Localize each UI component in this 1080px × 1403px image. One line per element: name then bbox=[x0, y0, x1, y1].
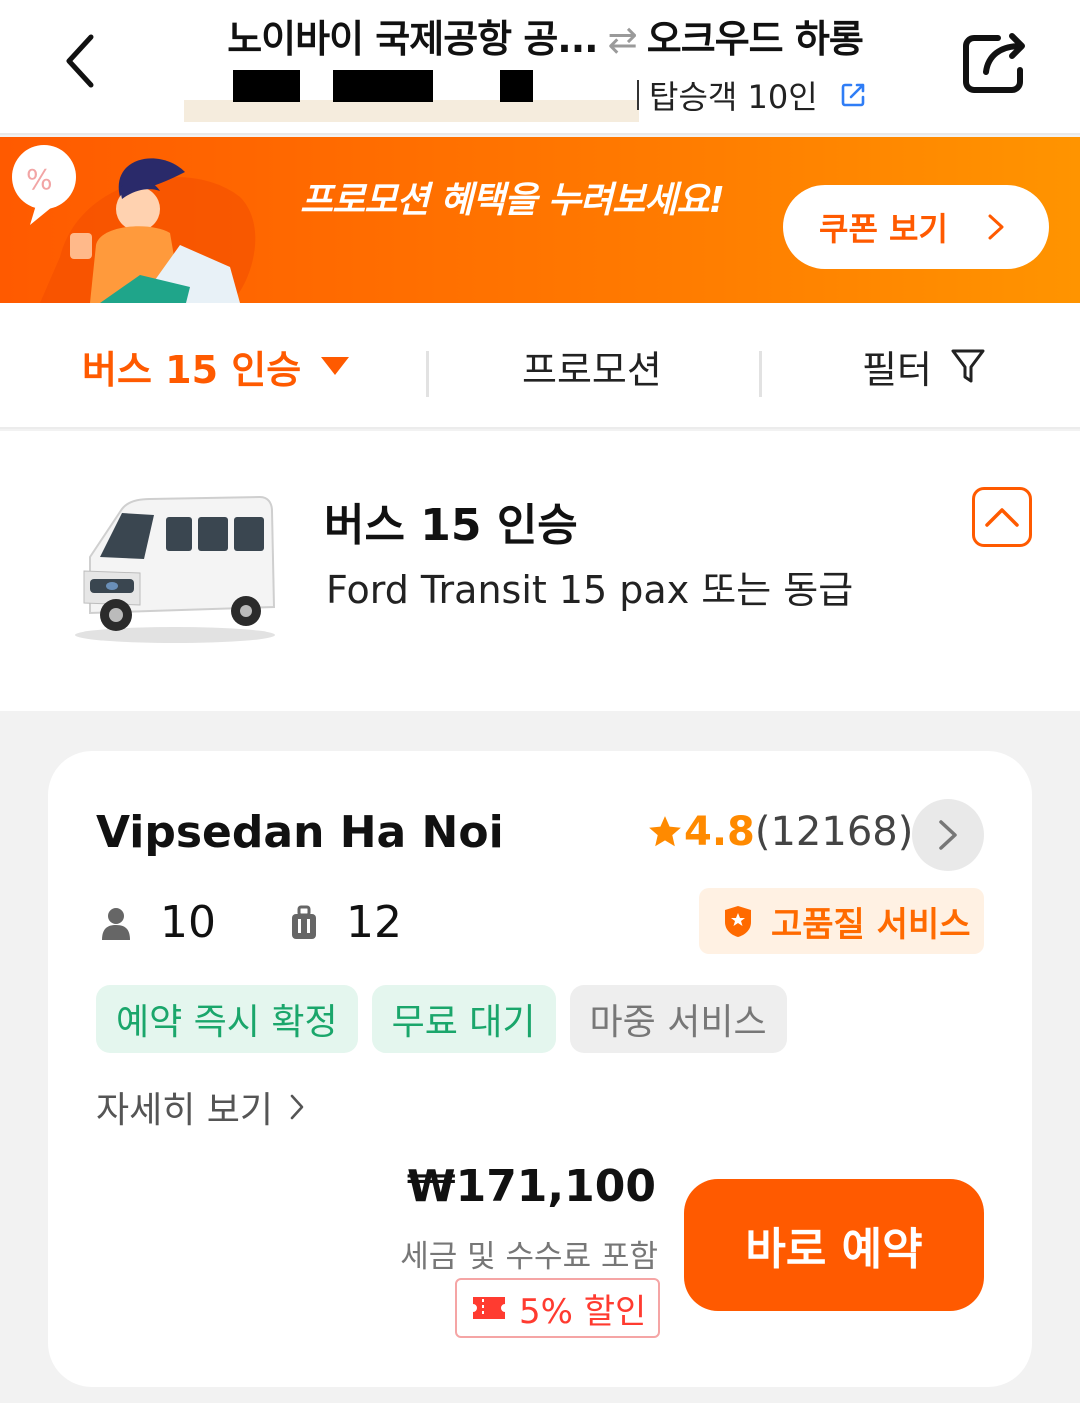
swap-icon: ⇄ bbox=[607, 20, 638, 61]
feature-tags: 예약 즉시 확정 무료 대기 마중 서비스 bbox=[96, 985, 801, 1053]
banner-text: 프로모션 혜택을 누려보세요! bbox=[300, 180, 725, 221]
share-icon bbox=[963, 33, 1025, 93]
quality-badge-label: 고품질 서비스 bbox=[771, 904, 971, 945]
svg-text:%: % bbox=[26, 163, 53, 196]
offer-card[interactable]: Vipsedan Ha Noi 4.8 (12168) 10 12 고품질 서비스… bbox=[48, 751, 1032, 1387]
tag-free-waiting: 무료 대기 bbox=[371, 985, 556, 1053]
shield-star-icon bbox=[723, 904, 753, 938]
origin-label: 노이바이 국제공항 공... bbox=[227, 17, 598, 61]
tag-meet-service: 마중 서비스 bbox=[569, 985, 787, 1053]
tag-instant-confirm: 예약 즉시 확정 bbox=[96, 985, 358, 1053]
filter-bar: 버스 15 인승 프로모션 필터 bbox=[0, 303, 1080, 429]
discount-badge: 5% 할인 bbox=[455, 1278, 660, 1338]
funnel-icon bbox=[951, 349, 985, 383]
vehicle-name: 버스 15 인승 bbox=[324, 500, 578, 551]
chevron-right-icon bbox=[289, 1093, 305, 1121]
ticket-icon bbox=[471, 1295, 507, 1321]
chevron-up-icon bbox=[985, 508, 1019, 527]
promotion-label: 프로모션 bbox=[522, 347, 662, 392]
route-title[interactable]: 노이바이 국제공항 공... ⇄ 오크우드 하롱 bbox=[140, 8, 950, 63]
passenger-info[interactable]: 탑승객 10인 bbox=[637, 72, 866, 118]
edit-icon[interactable] bbox=[840, 82, 866, 108]
vehicle-model: Ford Transit 15 pax 또는 동급 bbox=[326, 568, 854, 612]
chevron-right-icon bbox=[939, 820, 957, 850]
luggage-capacity: 12 bbox=[346, 897, 402, 948]
van-image bbox=[75, 495, 276, 643]
passenger-count: 탑승객 10인 bbox=[649, 78, 818, 116]
book-button-label: 바로 예약 bbox=[745, 1224, 923, 1275]
filter-label: 필터 bbox=[862, 347, 932, 392]
capacity-stats: 10 12 bbox=[100, 897, 476, 948]
redacted-detail bbox=[500, 70, 533, 102]
discount-label: 5% 할인 bbox=[519, 1291, 647, 1332]
collapse-button[interactable] bbox=[972, 487, 1032, 547]
divider bbox=[637, 80, 639, 110]
operator-name: Vipsedan Ha Noi bbox=[96, 807, 504, 858]
vehicle-type-dropdown[interactable]: 버스 15 인승 bbox=[82, 303, 351, 429]
view-coupon-button[interactable]: 쿠폰 보기 bbox=[783, 185, 1049, 269]
book-now-button[interactable]: 바로 예약 bbox=[684, 1179, 984, 1311]
chevron-right-icon bbox=[988, 214, 1004, 240]
top-bar: 노이바이 국제공항 공... ⇄ 오크우드 하롱 탑승객 10인 bbox=[0, 0, 1080, 135]
destination-label: 오크우드 하롱 bbox=[646, 17, 864, 61]
divider bbox=[759, 351, 762, 397]
passenger-capacity: 10 bbox=[160, 897, 216, 948]
promo-illustration: % bbox=[12, 145, 256, 303]
filter-button[interactable]: 필터 bbox=[862, 303, 986, 429]
redaction-shadow bbox=[184, 100, 639, 122]
rating[interactable]: 4.8 (12168) bbox=[646, 809, 913, 855]
promo-banner[interactable]: % 프로모션 혜택을 누려보세요! 쿠폰 보기 bbox=[0, 137, 1080, 303]
chevron-left-icon bbox=[66, 34, 94, 88]
person-icon bbox=[100, 906, 132, 940]
price: ₩171,100 bbox=[407, 1161, 656, 1212]
coupon-button-label: 쿠폰 보기 bbox=[819, 210, 948, 248]
operator-details-button[interactable] bbox=[912, 799, 984, 871]
details-link-label: 자세히 보기 bbox=[96, 1090, 274, 1131]
view-details-link[interactable]: 자세히 보기 bbox=[96, 1081, 305, 1133]
tax-note: 세금 및 수수료 포함 bbox=[400, 1239, 658, 1275]
caret-down-icon bbox=[321, 357, 350, 375]
vehicle-type-label: 버스 15 인승 bbox=[82, 347, 302, 392]
review-count: (12168) bbox=[754, 809, 914, 855]
vehicle-section: 버스 15 인승 Ford Transit 15 pax 또는 동급 bbox=[0, 431, 1080, 711]
star-icon bbox=[649, 816, 681, 847]
redacted-time bbox=[333, 70, 433, 102]
back-button[interactable] bbox=[52, 28, 108, 94]
quality-badge: 고품질 서비스 bbox=[699, 888, 984, 954]
redacted-date bbox=[233, 70, 300, 102]
promotion-tab[interactable]: 프로모션 bbox=[522, 303, 662, 429]
rating-score: 4.8 bbox=[684, 809, 755, 855]
divider bbox=[426, 351, 429, 397]
share-button[interactable] bbox=[960, 26, 1032, 96]
luggage-icon bbox=[290, 905, 318, 941]
